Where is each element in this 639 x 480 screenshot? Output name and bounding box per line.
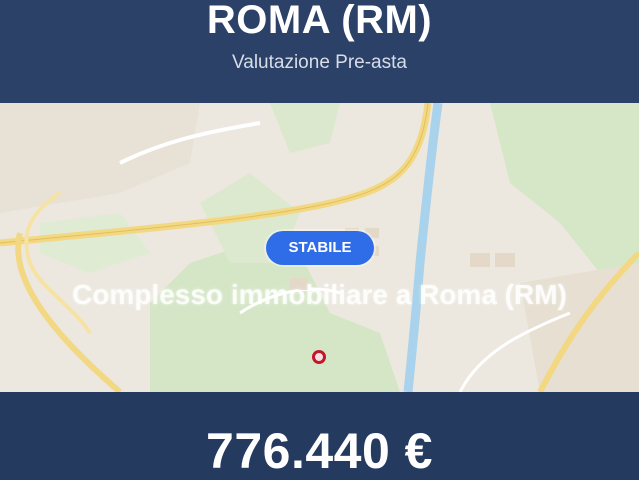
location-map[interactable]: STABILE Complesso immobiliare a Roma (RM… bbox=[0, 103, 639, 392]
property-title: Complesso immobiliare a Roma (RM) bbox=[72, 279, 567, 310]
header-banner: ROMA (RM) Valutazione Pre-asta bbox=[0, 0, 639, 103]
status-badge: STABILE bbox=[266, 231, 374, 265]
map-pin-icon[interactable] bbox=[312, 350, 326, 364]
page-subtitle: Valutazione Pre-asta bbox=[232, 52, 407, 73]
page-title: ROMA (RM) bbox=[206, 0, 433, 42]
estimated-price: 776.440 € bbox=[206, 423, 433, 479]
price-bar: 776.440 € bbox=[0, 392, 639, 480]
